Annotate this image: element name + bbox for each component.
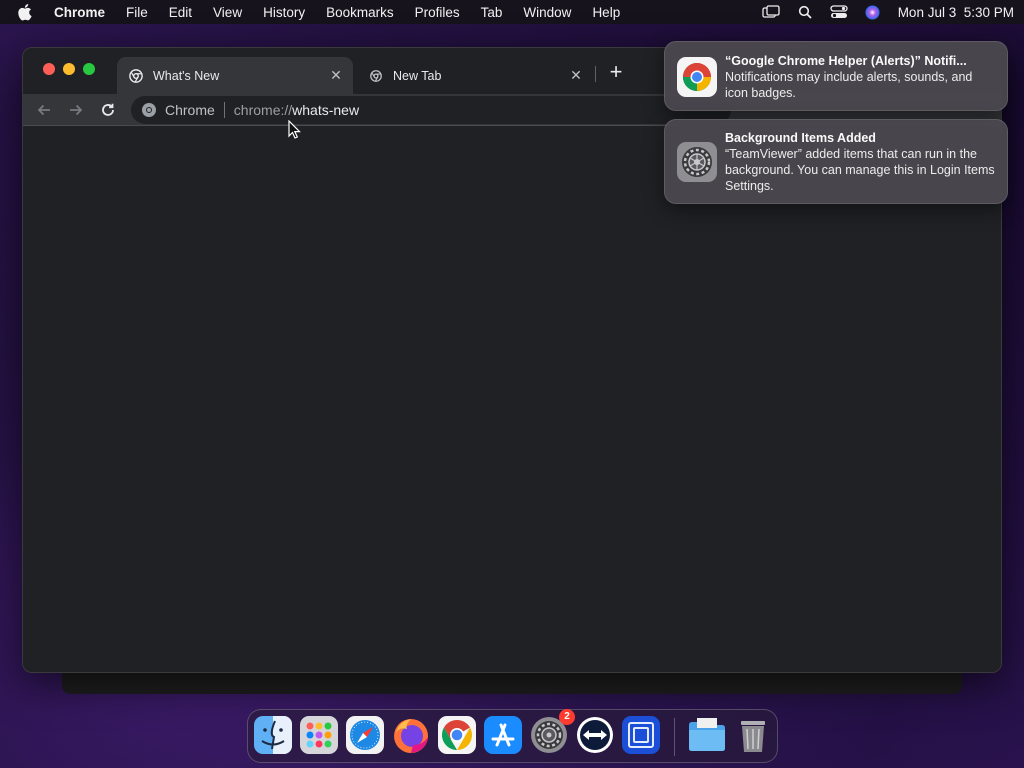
downloads-folder-icon[interactable] — [687, 715, 727, 755]
tab-whats-new[interactable]: What's New ✕ — [117, 57, 353, 94]
reload-button[interactable] — [98, 100, 118, 120]
tab-title: What's New — [153, 68, 220, 83]
new-tab-button[interactable]: + — [606, 61, 626, 83]
close-tab-icon[interactable]: ✕ — [569, 68, 583, 82]
mouse-cursor-icon — [288, 120, 301, 139]
control-center-icon[interactable] — [830, 5, 848, 19]
url-host: whats-new — [292, 102, 360, 118]
forward-button[interactable] — [66, 100, 86, 120]
chrome-notification[interactable]: “Google Chrome Helper (Alerts)” Notifi..… — [664, 41, 1008, 111]
trash-icon[interactable] — [733, 715, 773, 755]
app-store-icon[interactable] — [483, 715, 523, 755]
safari-icon[interactable] — [345, 715, 385, 755]
close-tab-icon[interactable]: ✕ — [329, 68, 343, 82]
system-settings-icon — [677, 142, 717, 182]
tab-new-tab[interactable]: New Tab ✕ — [357, 57, 593, 94]
tab-title: New Tab — [393, 68, 442, 83]
back-button[interactable] — [34, 100, 54, 120]
omnibox-divider — [223, 102, 225, 118]
background-items-notification[interactable]: Background Items Added “TeamViewer” adde… — [664, 119, 1008, 204]
menu-app-name[interactable]: Chrome — [54, 5, 105, 20]
arrow-left-icon — [37, 104, 50, 116]
menu-window[interactable]: Window — [523, 5, 571, 20]
menu-profiles[interactable]: Profiles — [415, 5, 460, 20]
clock[interactable]: Mon Jul 3 5:30 PM — [898, 5, 1014, 20]
teamviewer-icon[interactable] — [575, 715, 615, 755]
notification-title: Background Items Added — [725, 131, 876, 145]
chrome-favicon-icon — [129, 68, 143, 83]
minimize-window-button[interactable] — [63, 63, 75, 75]
spotlight-icon[interactable] — [796, 5, 814, 19]
menu-help[interactable]: Help — [592, 5, 620, 20]
launchpad-icon[interactable] — [299, 715, 339, 755]
screen-sharing-icon[interactable] — [621, 715, 661, 755]
firefox-icon[interactable] — [391, 715, 431, 755]
dock-separator — [674, 718, 675, 756]
dock: 2 — [247, 709, 778, 763]
system-settings-dock-item[interactable]: 2 — [529, 709, 575, 755]
arrow-right-icon — [70, 104, 83, 116]
notification-badge: 2 — [559, 709, 575, 725]
menu-view[interactable]: View — [213, 5, 242, 20]
chrome-favicon-icon — [370, 69, 382, 82]
notification-title: “Google Chrome Helper (Alerts)” Notifi..… — [725, 54, 967, 68]
finder-icon[interactable] — [253, 715, 293, 755]
menu-history[interactable]: History — [263, 5, 305, 20]
menu-edit[interactable]: Edit — [169, 5, 192, 20]
screen-mirror-icon[interactable] — [762, 5, 780, 19]
reload-icon — [102, 103, 114, 116]
menu-file[interactable]: File — [126, 5, 148, 20]
site-chip-label[interactable]: Chrome — [165, 102, 215, 118]
notification-body: Notifications may include alerts, sounds… — [725, 70, 973, 100]
url-scheme: chrome:// — [233, 102, 293, 118]
close-window-button[interactable] — [43, 63, 55, 75]
menu-bookmarks[interactable]: Bookmarks — [326, 5, 394, 20]
chrome-icon — [677, 57, 717, 97]
tab-separator — [595, 66, 596, 82]
address-bar[interactable]: Chrome chrome:// whats-new — [131, 96, 731, 124]
page-content[interactable] — [23, 127, 1001, 672]
menu-bar: Chrome File Edit View History Bookmarks … — [0, 0, 1024, 24]
notification-body: “TeamViewer” added items that can run in… — [725, 147, 995, 193]
chrome-icon — [142, 103, 156, 117]
siri-icon[interactable] — [864, 5, 882, 19]
chrome-dock-icon[interactable] — [437, 715, 477, 755]
apple-menu-icon[interactable] — [18, 3, 34, 21]
zoom-window-button[interactable] — [83, 63, 95, 75]
menu-tab[interactable]: Tab — [481, 5, 503, 20]
